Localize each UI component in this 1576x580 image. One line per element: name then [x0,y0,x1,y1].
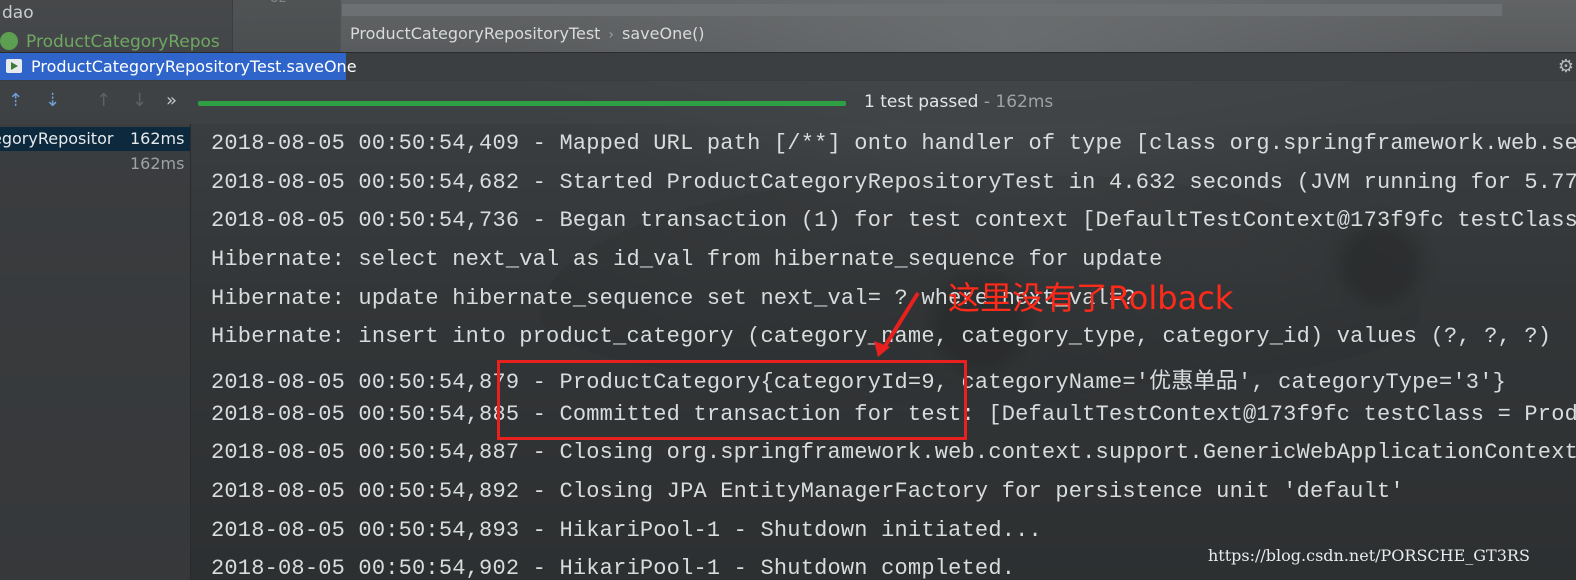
class-icon [0,32,18,50]
annotation-box [497,360,967,440]
test-status: 1 test passed - 162ms [864,92,1053,112]
previous-failed-icon[interactable]: ↑ [96,90,111,112]
console-line: 2018-08-05 00:50:54,902 - HikariPool-1 -… [211,556,1016,580]
gear-icon[interactable]: ⚙ [1558,56,1574,77]
annotation-arrow-icon [874,291,920,357]
console-line: 2018-08-05 00:50:54,892 - Closing JPA En… [211,479,1404,504]
test-progress-bar [198,101,846,106]
next-failed-icon[interactable]: ↓ [132,90,147,112]
test-row-duration: 162ms [130,129,185,148]
run-tab[interactable]: ProductCategoryRepositoryTest.saveOne [0,53,357,80]
console-line: 2018-08-05 00:50:54,887 - Closing org.sp… [211,440,1576,465]
test-duration: 162ms [995,92,1054,112]
test-name: egoryRepositor [0,129,114,148]
console-line: 2018-08-05 00:50:54,682 - Started Produc… [211,170,1576,195]
tree-class-label: ProductCategoryRepos [26,32,220,52]
test-summary: 1 test passed [864,92,979,112]
console-line: Hibernate: select next_val as id_val fro… [211,247,1163,272]
run-tab-label: ProductCategoryRepositoryTest.saveOne [31,57,357,76]
editor-gutter: 82 [232,0,341,52]
expand-all-icon[interactable]: ⇡ [8,90,23,112]
chevron-right-icon: › [608,27,615,43]
status-separator: - [978,92,996,112]
breadcrumb: ProductCategoryRepositoryTest › saveOne() [350,24,705,43]
breadcrumb-method[interactable]: saveOne() [622,24,705,43]
run-config-icon [6,59,22,73]
tree-class-item[interactable]: ProductCategoryRepos [0,32,220,52]
watermark: https://blog.csdn.net/PORSCHE_GT3RS [1208,546,1530,565]
console-line: 2018-08-05 00:50:54,409 - Mapped URL pat… [211,131,1576,156]
test-row-selected[interactable]: egoryRepositor 162ms [0,127,190,151]
line-number: 82 [270,0,287,6]
tests-tree-panel: egoryRepositor 162ms 162ms [0,124,191,580]
breadcrumb-class[interactable]: ProductCategoryRepositoryTest [350,24,600,43]
more-actions-icon[interactable]: » [166,90,177,112]
tree-package-dao[interactable]: dao [2,3,34,23]
collapse-all-icon[interactable]: ⇣ [45,90,60,112]
console-line: 2018-08-05 00:50:54,736 - Began transact… [211,208,1576,233]
console-line: 2018-08-05 00:50:54,893 - HikariPool-1 -… [211,518,1042,543]
horizontal-scrollbar[interactable] [342,4,1502,16]
test-row-child[interactable]: 162ms [0,152,190,176]
run-tool-window-header: ProductCategoryRepositoryTest.saveOne ⚙ [0,52,1576,81]
annotation-text: 这里没有了Rolback [948,279,1234,317]
test-child-duration: 162ms [130,154,185,173]
project-tree-panel: dao ProductCategoryRepos [0,0,233,52]
